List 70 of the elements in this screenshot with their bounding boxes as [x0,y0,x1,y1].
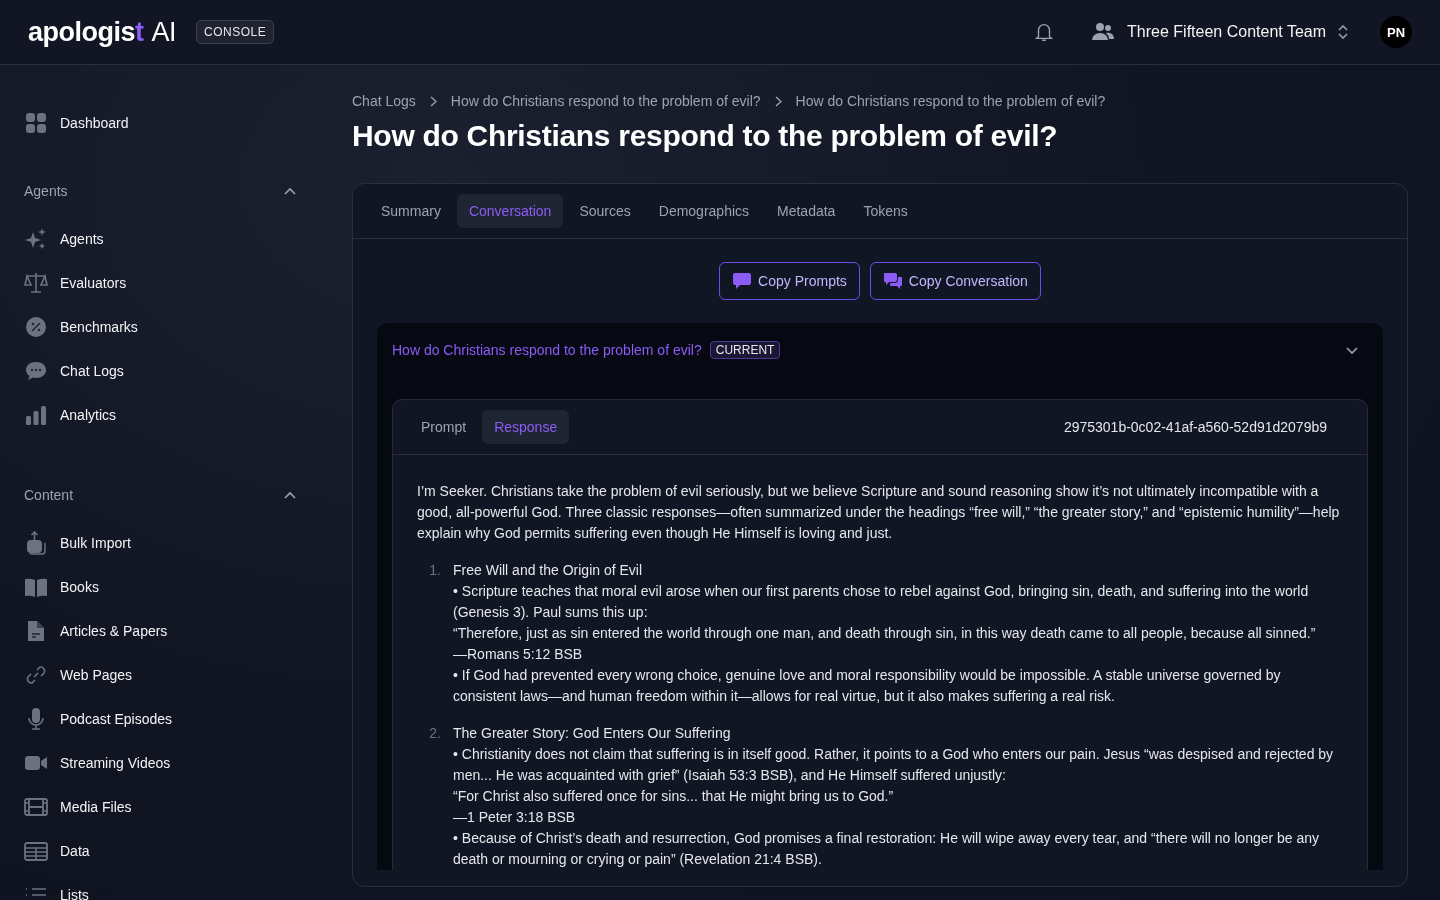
breadcrumb-link[interactable]: How do Christians respond to the problem of evil? [450,93,761,109]
section-heading: Content [24,487,74,503]
text-line: “Therefore, just as sin entered the world through one man, and death through sin, in this way death came to all people, because all sinned.” [453,624,1317,643]
bar-chart-icon [24,403,48,427]
console-badge: CONSOLE [196,20,275,44]
sidebar-item[interactable]: Podcast Episodes [24,697,296,741]
sidebar-item[interactable]: Bulk Import [24,521,296,565]
text-line: —Romans 5:12 BSB [453,645,584,664]
logo: apologist AI [28,16,177,48]
section-heading: Agents [24,183,68,199]
tab[interactable]: Prompt [409,410,479,444]
sidebar-item[interactable]: Web Pages [24,653,296,697]
chevron-up-icon[interactable] [284,491,296,499]
chevron-right-icon [774,95,782,107]
sidebar-item[interactable]: Streaming Videos [24,741,296,785]
sidebar-item[interactable]: Benchmarks [24,305,296,349]
chat-bubbles-icon [882,272,903,290]
tab[interactable]: Tokens [851,194,920,228]
team-switcher[interactable]: Three Fifteen Content Team [1091,22,1348,42]
copy-button[interactable]: Copy Conversation [869,262,1041,300]
copy-button[interactable]: Copy Prompts [719,262,860,300]
sidebar-item[interactable]: Data [24,829,296,873]
sidebar-item[interactable]: Books [24,565,296,609]
chat-bubble-icon [732,272,753,290]
list-number: 2. [428,724,441,743]
chat-bubble-icon [24,359,48,383]
current-badge: CURRENT [709,341,781,359]
sparkles-icon [24,227,48,251]
breadcrumb-link[interactable]: How do Christians respond to the problem of evil? [795,93,1106,109]
table-icon [24,839,48,863]
text-line: —1 Peter 3:18 BSB [453,808,577,827]
chevron-up-icon[interactable] [284,187,296,195]
chevron-right-icon [429,95,437,107]
sidebar-item[interactable]: Lists [24,873,296,900]
tab[interactable]: Demographics [646,194,762,228]
tab[interactable]: Conversation [456,194,564,228]
breadcrumb-link[interactable]: Chat Logs [352,93,416,109]
page-title: How do Christians respond to the problem of evil? [352,119,1059,153]
tab[interactable]: Metadata [765,194,848,228]
link-icon [24,663,48,687]
tab[interactable]: Summary [369,194,453,228]
user-avatar[interactable]: PN [1380,16,1412,48]
response-id: 2975301b-0c02-41af-a560-52d91d2079b9 [1063,419,1327,435]
text-line: • Scripture teaches that moral evil arose when our first parents chose to rebel against God, bringing sin, death, and suffering into the world (Genesis 3). Paul sums this up: [453,582,1310,622]
upload-icon [24,531,48,555]
point-title: Free Will and the Origin of Evil [453,561,644,580]
sidebar-item[interactable]: Evaluators [24,261,296,305]
text-line: • Christianity does not claim that suffering is in itself good. Rather, it points to a God who enters our pain. Jesus “was despised and rejected by men... He was acquainted with grief” (Isaiah 53:3 BSB), and He Himself suffered unjustly: [453,745,1335,785]
film-icon [24,795,48,819]
sidebar-item[interactable]: Dashboard [24,101,296,145]
text-line: “For Christ also suffered once for sins... that He might bring us to God.” [453,787,895,806]
question-title[interactable]: How do Christians respond to the problem of evil? [392,342,702,358]
scale-icon [24,271,48,295]
sidebar-item[interactable]: Media Files [24,785,296,829]
text-line: • If God had prevented every wrong choice, genuine love and moral responsibility would be impossible. A stable universe governed by consistent laws—and human freedom within it—allows for real virtue, but it also makes suffering a real risk. [453,666,1282,706]
chevron-up-down-icon [1338,25,1348,39]
grid-icon [24,111,48,135]
users-icon [1091,22,1116,42]
point-title: The Greater Story: God Enters Our Suffering [453,724,732,743]
text-line: • Because of Christ’s death and resurrection, God promises a final restoration: He will wipe away every tear, and “there will no longer be any death or mourning or crying or pain” (Revelation 21:4 BSB). [453,829,1321,869]
sidebar-item[interactable]: Articles & Papers [24,609,296,653]
tab[interactable]: Sources [567,194,643,228]
sidebar-item[interactable]: Chat Logs [24,349,296,393]
paragraph: I’m Seeker. Christians take the problem of evil seriously, but we believe Scripture and sound reasoning show it’s not ultimately incompatible with a good, all-powerful God. Three classic responses—often summarized under the headings “free will,” “the greater story,” and “epistemic humility”—help explain why God permits suffering even though He Himself is loving and just. [417,482,1341,543]
tab[interactable]: Response [482,410,570,444]
chevron-down-icon[interactable] [1346,347,1358,355]
sidebar-item[interactable]: Agents [24,217,296,261]
percent-badge-icon [24,315,48,339]
list-number: 1. [428,561,441,580]
sidebar-item[interactable]: Analytics [24,393,296,437]
